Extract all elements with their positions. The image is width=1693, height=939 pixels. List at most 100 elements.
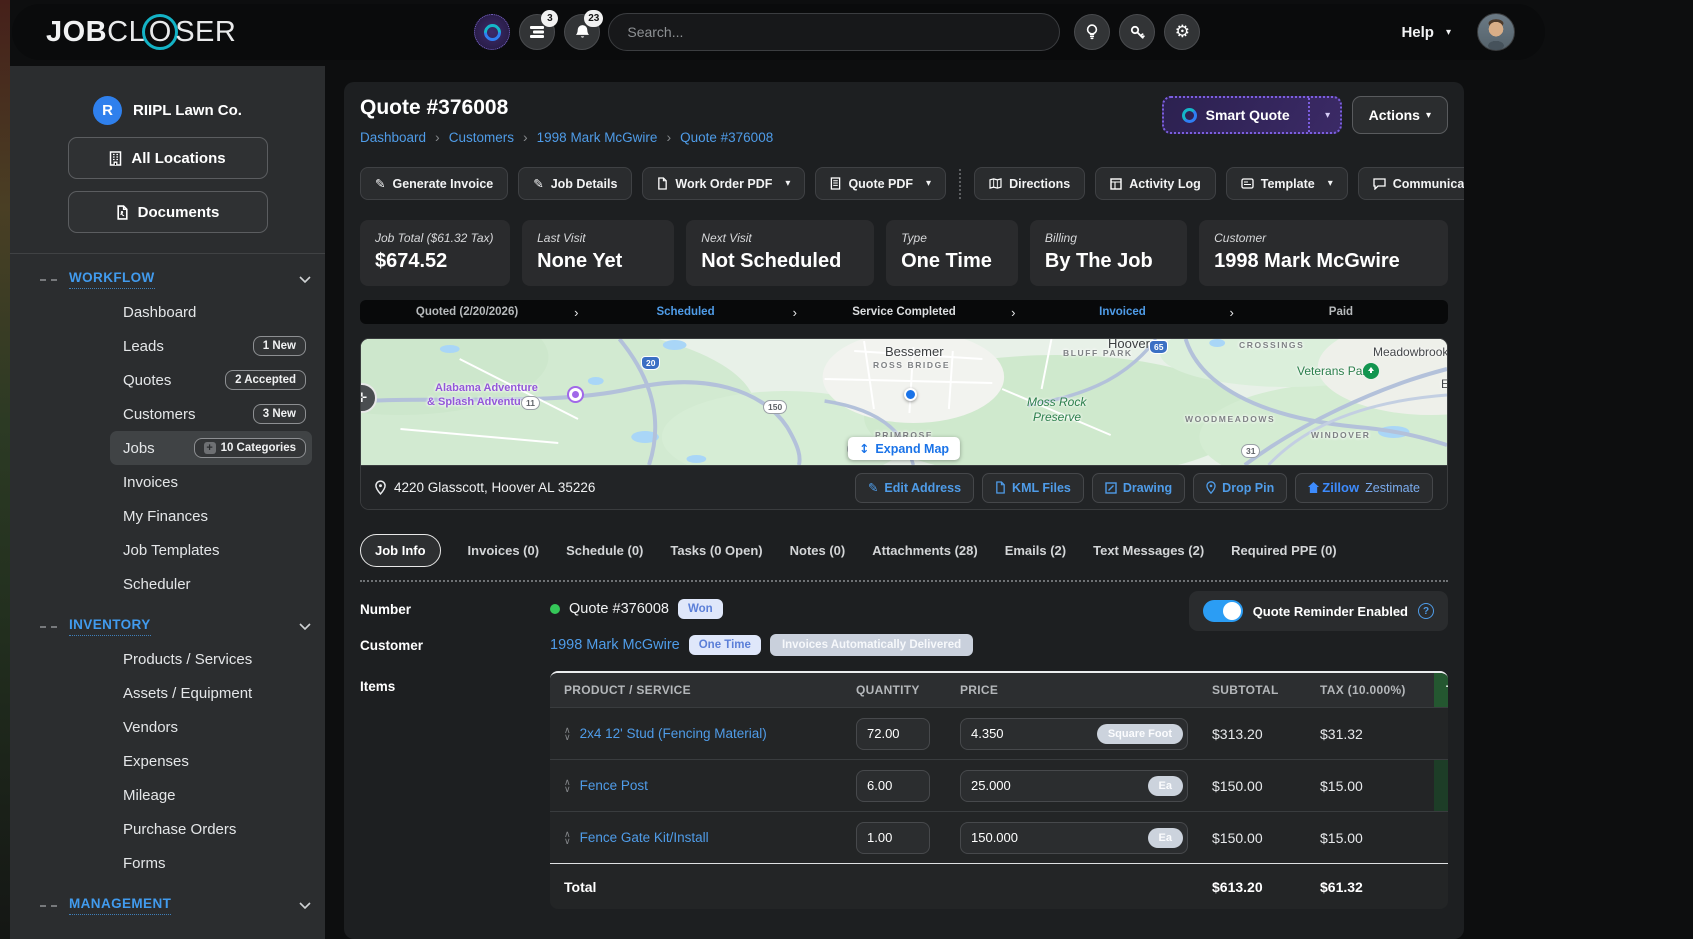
item-label: Invoices <box>123 474 178 491</box>
quote-pdf-label: Quote PDF <box>848 177 913 191</box>
items-table: PRODUCT / SERVICE QUANTITY PRICE SUBTOTA… <box>550 671 1448 909</box>
stage-invoiced[interactable]: Invoiced <box>1015 306 1229 318</box>
sidebar-item-forms[interactable]: Forms <box>110 846 312 880</box>
work-order-pdf-button[interactable]: Work Order PDF <box>642 167 805 200</box>
user-avatar[interactable] <box>1477 13 1515 51</box>
product-link[interactable]: 2x4 12' Stud (Fencing Material) <box>580 726 767 741</box>
sidebar-item-purchase-orders[interactable]: Purchase Orders <box>110 812 312 846</box>
stage-service-completed[interactable]: Service Completed <box>797 306 1011 318</box>
drawing-button[interactable]: Drawing <box>1092 473 1185 503</box>
all-locations-button[interactable]: All Locations <box>68 137 268 179</box>
smart-quote-dropdown[interactable] <box>1308 98 1340 132</box>
stage-scheduled[interactable]: Scheduled <box>578 306 792 318</box>
communication-button[interactable]: Communication <box>1358 167 1464 200</box>
drop-pin-button[interactable]: Drop Pin <box>1193 473 1287 503</box>
sidebar-item-mileage[interactable]: Mileage <box>110 778 312 812</box>
tab-job-info[interactable]: Job Info <box>360 534 441 567</box>
reorder-handles[interactable]: ∧∨ <box>564 831 571 845</box>
tab-attachments[interactable]: Attachments (28) <box>872 543 977 558</box>
template-button[interactable]: Template <box>1226 167 1348 200</box>
price-input[interactable] <box>971 726 1097 741</box>
sidebar-item-expenses[interactable]: Expenses <box>110 744 312 778</box>
table-row: ∧∨Fence Gate Kit/Install Ea $150.00 $15.… <box>550 811 1448 863</box>
section-management[interactable]: MANAGEMENT <box>10 896 311 915</box>
actions-button[interactable]: Actions <box>1352 96 1448 134</box>
search-input[interactable] <box>608 13 1060 51</box>
col-subtotal: SUBTOTAL <box>1198 673 1306 707</box>
sidebar-item-products-services[interactable]: Products / Services <box>110 642 312 676</box>
notifications-button[interactable]: 23 <box>564 14 600 50</box>
item-label: Dashboard <box>123 304 196 321</box>
tab-tasks[interactable]: Tasks (0 Open) <box>670 543 762 558</box>
tips-button[interactable] <box>1074 14 1110 50</box>
tab-schedule[interactable]: Schedule (0) <box>566 543 643 558</box>
logo-text: CL <box>107 16 145 49</box>
settings-button[interactable]: ⚙ <box>1164 14 1200 50</box>
quote-reminder-toggle[interactable] <box>1203 600 1243 622</box>
notifications-badge: 23 <box>584 10 603 27</box>
sidebar-item-vendors[interactable]: Vendors <box>110 710 312 744</box>
generate-invoice-button[interactable]: ✎Generate Invoice <box>360 167 508 200</box>
kml-files-button[interactable]: KML Files <box>982 473 1084 503</box>
stage-quoted[interactable]: Quoted (2/20/2026) <box>360 306 574 318</box>
map-pin-marker[interactable] <box>904 388 917 401</box>
customer-link[interactable]: 1998 Mark McGwire <box>550 637 680 653</box>
expand-map-button[interactable]: ↕ Expand Map <box>848 437 960 460</box>
sidebar-item-job-templates[interactable]: Job Templates <box>110 533 312 567</box>
activity-log-button[interactable]: Activity Log <box>1095 167 1216 200</box>
quantity-input[interactable] <box>856 770 930 802</box>
section-inventory[interactable]: INVENTORY <box>10 617 311 636</box>
section-workflow[interactable]: WORKFLOW <box>10 270 311 289</box>
sidebar-item-assets-equipment[interactable]: Assets / Equipment <box>110 676 312 710</box>
kml-files-label: KML Files <box>1012 481 1071 495</box>
reorder-handles[interactable]: ∧∨ <box>564 779 571 793</box>
product-link[interactable]: Fence Post <box>580 778 648 793</box>
stat-label: Next Visit <box>701 231 859 245</box>
breadcrumb-quote[interactable]: Quote #376008 <box>680 130 773 145</box>
breadcrumb-dashboard[interactable]: Dashboard <box>360 130 426 145</box>
sidebar-item-dashboard[interactable]: Dashboard <box>110 295 312 329</box>
api-keys-button[interactable] <box>1119 14 1155 50</box>
quote-pdf-button[interactable]: Quote PDF <box>815 167 946 200</box>
tab-required-ppe[interactable]: Required PPE (0) <box>1231 543 1336 558</box>
zillow-brand: Zillow <box>1322 480 1359 495</box>
menu-list-button[interactable]: 3 <box>519 14 555 50</box>
quantity-input[interactable] <box>856 822 930 854</box>
tab-text-messages[interactable]: Text Messages (2) <box>1093 543 1204 558</box>
documents-button[interactable]: Documents <box>68 191 268 233</box>
inventory-title: INVENTORY <box>69 617 151 636</box>
sidebar-item-scheduler[interactable]: Scheduler <box>110 567 312 601</box>
sidebar-item-jobs[interactable]: Jobs+10 Categories <box>110 431 312 465</box>
sidebar-item-my-finances[interactable]: My Finances <box>110 499 312 533</box>
breadcrumb-customers[interactable]: Customers <box>449 130 514 145</box>
product-link[interactable]: Fence Gate Kit/Install <box>580 830 709 845</box>
stage-paid[interactable]: Paid <box>1234 306 1448 318</box>
sidebar-item-leads[interactable]: Leads1 New <box>110 329 312 363</box>
tab-emails[interactable]: Emails (2) <box>1005 543 1066 558</box>
sidebar-item-invoices[interactable]: Invoices <box>110 465 312 499</box>
sidebar-item-customers[interactable]: Customers3 New <box>110 397 312 431</box>
map-icon <box>989 178 1002 189</box>
price-input[interactable] <box>971 778 1148 793</box>
quantity-input[interactable] <box>856 718 930 750</box>
price-input[interactable] <box>971 830 1148 845</box>
directions-button[interactable]: Directions <box>974 167 1085 200</box>
help-question-icon[interactable]: ? <box>1418 603 1434 619</box>
expand-icon: ↕ <box>859 441 869 456</box>
ai-assistant-button[interactable] <box>474 14 510 50</box>
map[interactable]: Bessemer ROSS BRIDGE BLUFF PARK Hoover C… <box>361 339 1447 465</box>
sidebar-item-quotes[interactable]: Quotes2 Accepted <box>110 363 312 397</box>
breadcrumb-customer-name[interactable]: 1998 Mark McGwire <box>537 130 658 145</box>
smart-quote-button[interactable]: Smart Quote <box>1162 96 1342 134</box>
help-menu[interactable]: Help <box>1401 24 1451 41</box>
reorder-handles[interactable]: ∧∨ <box>564 727 571 741</box>
app-logo[interactable]: JOBCLOSER <box>46 14 236 50</box>
directions-label: Directions <box>1009 177 1070 191</box>
job-details-button[interactable]: ✎Job Details <box>518 167 632 200</box>
company-selector[interactable]: R RIIPL Lawn Co. <box>10 96 325 125</box>
tab-notes[interactable]: Notes (0) <box>790 543 846 558</box>
zillow-zestimate-button[interactable]: Zillow Zestimate <box>1295 473 1433 503</box>
tab-invoices[interactable]: Invoices (0) <box>468 543 540 558</box>
pin-icon <box>1206 481 1216 494</box>
edit-address-button[interactable]: ✎Edit Address <box>855 473 974 503</box>
